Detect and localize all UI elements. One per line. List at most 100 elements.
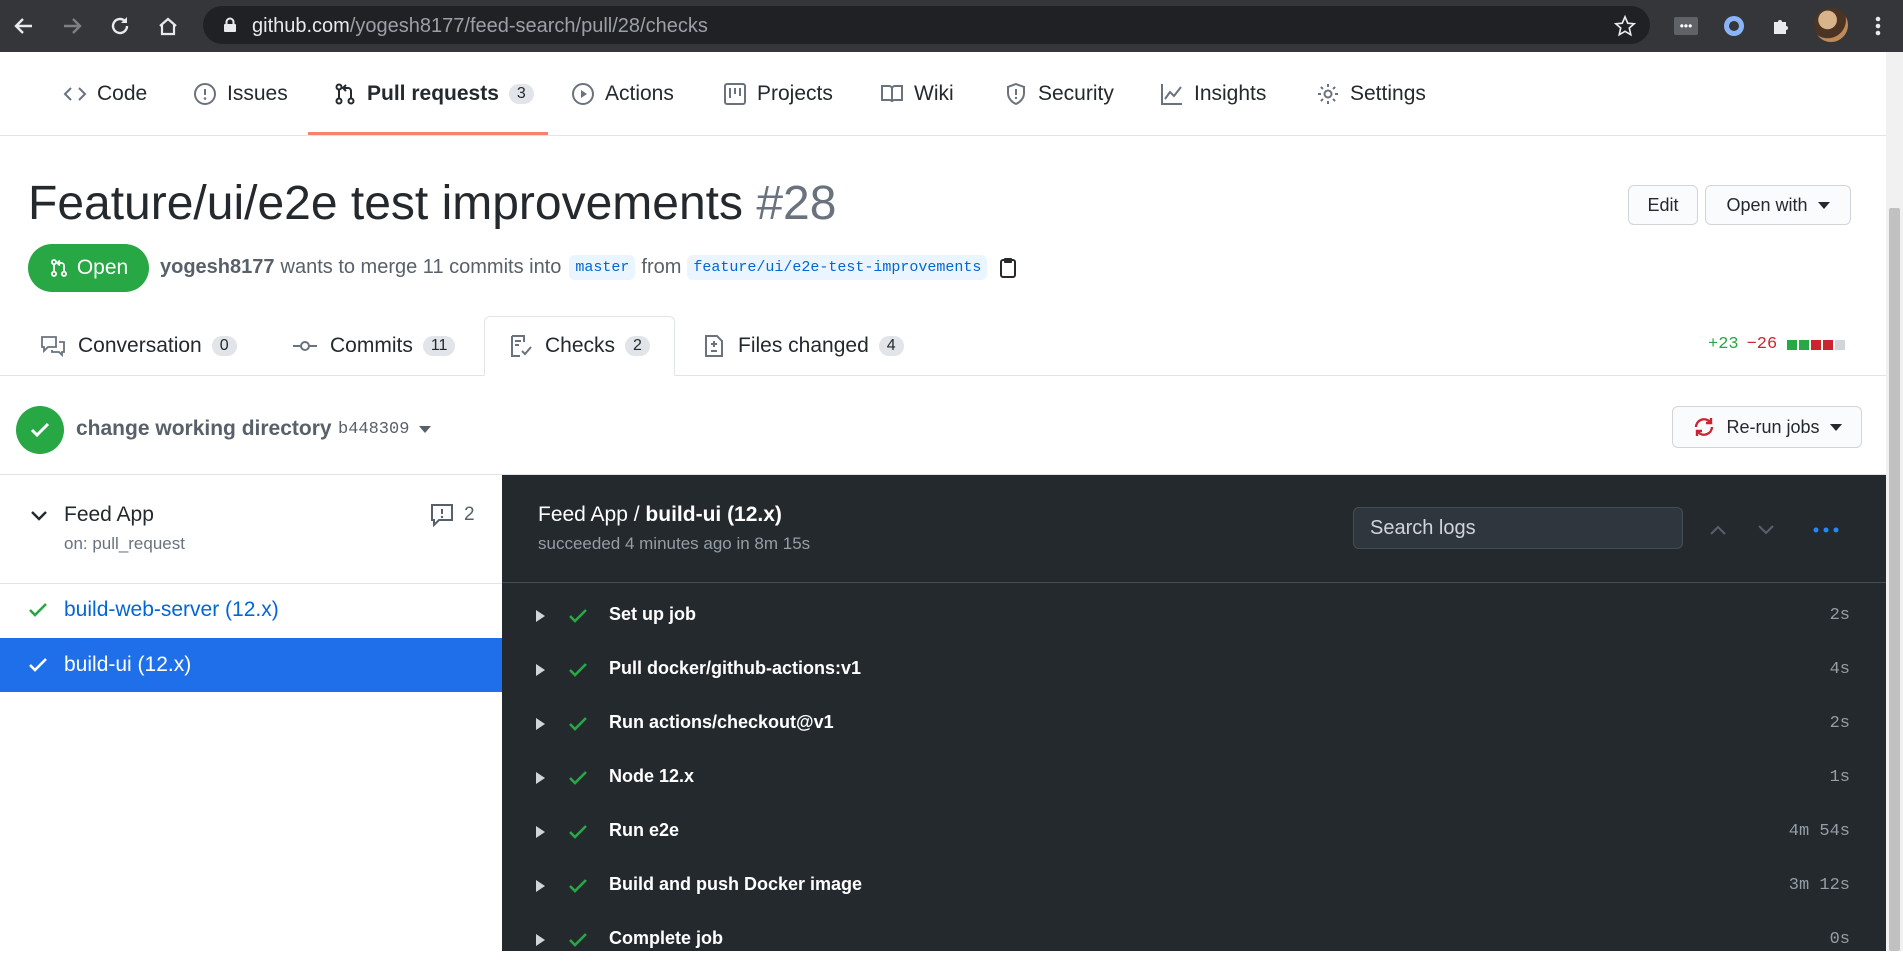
play-icon [572, 82, 594, 105]
edit-button-label: Edit [1647, 194, 1679, 215]
address-bar[interactable]: github.com/yogesh8177/feed-search/pull/2… [203, 6, 1650, 44]
circle-extension-icon[interactable] [1718, 10, 1750, 42]
repo-tab-projects[interactable]: Projects [723, 52, 833, 135]
diffstat-block [1787, 339, 1798, 350]
job-item-build-web-server[interactable]: build-web-server (12.x) [0, 583, 502, 637]
tab-count: 4 [878, 335, 904, 356]
expand-triangle-icon[interactable] [536, 610, 545, 622]
repo-tab-issues[interactable]: Issues [193, 52, 288, 135]
repo-tab-label: Security [1038, 81, 1114, 105]
log-options-button[interactable] [1811, 515, 1841, 545]
pr-tabs: Conversation 0 Commits 11 Checks 2 Files… [0, 316, 1886, 376]
pr-meta: yogesh8177 wants to merge 11 commits int… [160, 255, 1017, 280]
checklist-icon [511, 335, 532, 357]
tab-commits[interactable]: Commits 11 [292, 316, 456, 375]
log-step[interactable]: Build and push Docker image 3m 12s [502, 859, 1886, 913]
expand-triangle-icon[interactable] [536, 826, 545, 838]
check-icon [29, 658, 47, 672]
step-duration: 4m 54s [1788, 822, 1850, 841]
expand-triangle-icon[interactable] [536, 664, 545, 676]
job-name: build-ui (12.x) [64, 653, 192, 676]
diffstat-block [1799, 339, 1810, 350]
tab-conversation[interactable]: Conversation 0 [40, 316, 237, 375]
next-match-button[interactable] [1751, 515, 1781, 545]
repo-tab-insights[interactable]: Insights [1160, 52, 1266, 135]
more-extension-icon[interactable]: ••• [1670, 10, 1702, 42]
annotations-link[interactable]: 2 [430, 503, 475, 527]
project-icon [724, 82, 746, 105]
check-icon [569, 825, 587, 839]
repo-tab-code[interactable]: Code [63, 52, 147, 135]
edit-button[interactable]: Edit [1628, 185, 1698, 225]
reload-button[interactable] [104, 10, 136, 42]
log-step[interactable]: Node 12.x 1s [502, 751, 1886, 805]
repo-tab-label: Actions [605, 81, 674, 105]
expand-triangle-icon[interactable] [536, 880, 545, 892]
pr-state-badge: Open [28, 244, 149, 292]
open-pr-count-badge: 3 [508, 83, 534, 104]
home-button[interactable] [152, 10, 184, 42]
author-link[interactable]: yogesh8177 [160, 256, 275, 279]
log-step[interactable]: Run actions/checkout@v1 2s [502, 697, 1886, 751]
log-step[interactable]: Set up job 2s [502, 589, 1886, 643]
profile-avatar[interactable] [1814, 8, 1848, 42]
forward-button[interactable] [56, 10, 88, 42]
tab-checks[interactable]: Checks 2 [484, 316, 675, 376]
expand-triangle-icon[interactable] [536, 718, 545, 730]
back-button[interactable] [8, 10, 40, 42]
commit-message: change working directory [76, 417, 332, 440]
workflow-header[interactable]: Feed App on: pull_request 2 [0, 475, 502, 584]
pull-request-icon [50, 259, 67, 277]
repo-tab-actions[interactable]: Actions [571, 52, 674, 135]
log-title: Feed App / build-ui (12.x) [538, 503, 782, 527]
open-with-label: Open with [1726, 194, 1808, 215]
base-branch[interactable]: master [569, 255, 636, 280]
repo-tab-security[interactable]: Security [1004, 52, 1114, 135]
open-with-button[interactable]: Open with [1705, 185, 1851, 225]
repo-tab-settings[interactable]: Settings [1316, 52, 1426, 135]
page-scrollbar-thumb[interactable] [1889, 208, 1900, 951]
diffstat-block [1835, 339, 1846, 350]
chevron-up-icon [1710, 525, 1726, 535]
expand-triangle-icon[interactable] [536, 934, 545, 946]
diffstat-block [1811, 339, 1822, 350]
log-job-name: build-ui (12.x) [645, 503, 782, 526]
repo-tab-pull-requests[interactable]: Pull requests 3 [333, 52, 534, 135]
log-header: Feed App / build-ui (12.x) succeeded 4 m… [502, 475, 1886, 583]
commit-sha-selector[interactable]: b448309 [338, 420, 432, 439]
tab-files-changed[interactable]: Files changed 4 [702, 316, 904, 375]
merge-text: wants to merge 11 commits into [280, 256, 562, 278]
head-branch[interactable]: feature/ui/e2e-test-improvements [687, 255, 988, 280]
book-icon [881, 84, 903, 102]
check-icon [569, 771, 587, 785]
chevron-down-icon[interactable] [30, 509, 48, 523]
page-title: Feature/ui/e2e test improvements #28 [28, 176, 836, 231]
diffstat-block [1823, 339, 1834, 350]
log-workflow-name: Feed App / [538, 503, 646, 526]
check-icon [569, 609, 587, 623]
job-item-build-ui[interactable]: build-ui (12.x) [0, 638, 502, 692]
annotations-count: 2 [464, 504, 475, 525]
kebab-menu-icon[interactable] [1862, 10, 1894, 42]
additions-count: +23 [1708, 335, 1739, 354]
repo-tab-label: Code [97, 81, 148, 105]
puzzle-icon[interactable] [1766, 10, 1798, 42]
annotation-icon [431, 504, 453, 527]
home-icon [159, 17, 177, 36]
clipboard-icon[interactable] [999, 257, 1017, 279]
issue-icon [194, 82, 216, 105]
search-logs-input[interactable] [1353, 507, 1683, 549]
log-step[interactable]: Run e2e 4m 54s [502, 805, 1886, 859]
svg-text:•••: ••• [1680, 19, 1693, 33]
log-step[interactable]: Complete job 0s [502, 913, 1886, 967]
check-icon [29, 603, 47, 617]
rerun-jobs-button[interactable]: Re-run jobs [1672, 406, 1862, 448]
sync-icon [1695, 418, 1714, 436]
expand-triangle-icon[interactable] [536, 772, 545, 784]
deletions-count: −26 [1746, 335, 1778, 354]
tab-label: Commits [330, 333, 413, 357]
step-name: Pull docker/github-actions:v1 [609, 658, 862, 678]
previous-match-button[interactable] [1703, 515, 1733, 545]
repo-tab-wiki[interactable]: Wiki [880, 52, 954, 135]
log-step[interactable]: Pull docker/github-actions:v1 4s [502, 643, 1886, 697]
